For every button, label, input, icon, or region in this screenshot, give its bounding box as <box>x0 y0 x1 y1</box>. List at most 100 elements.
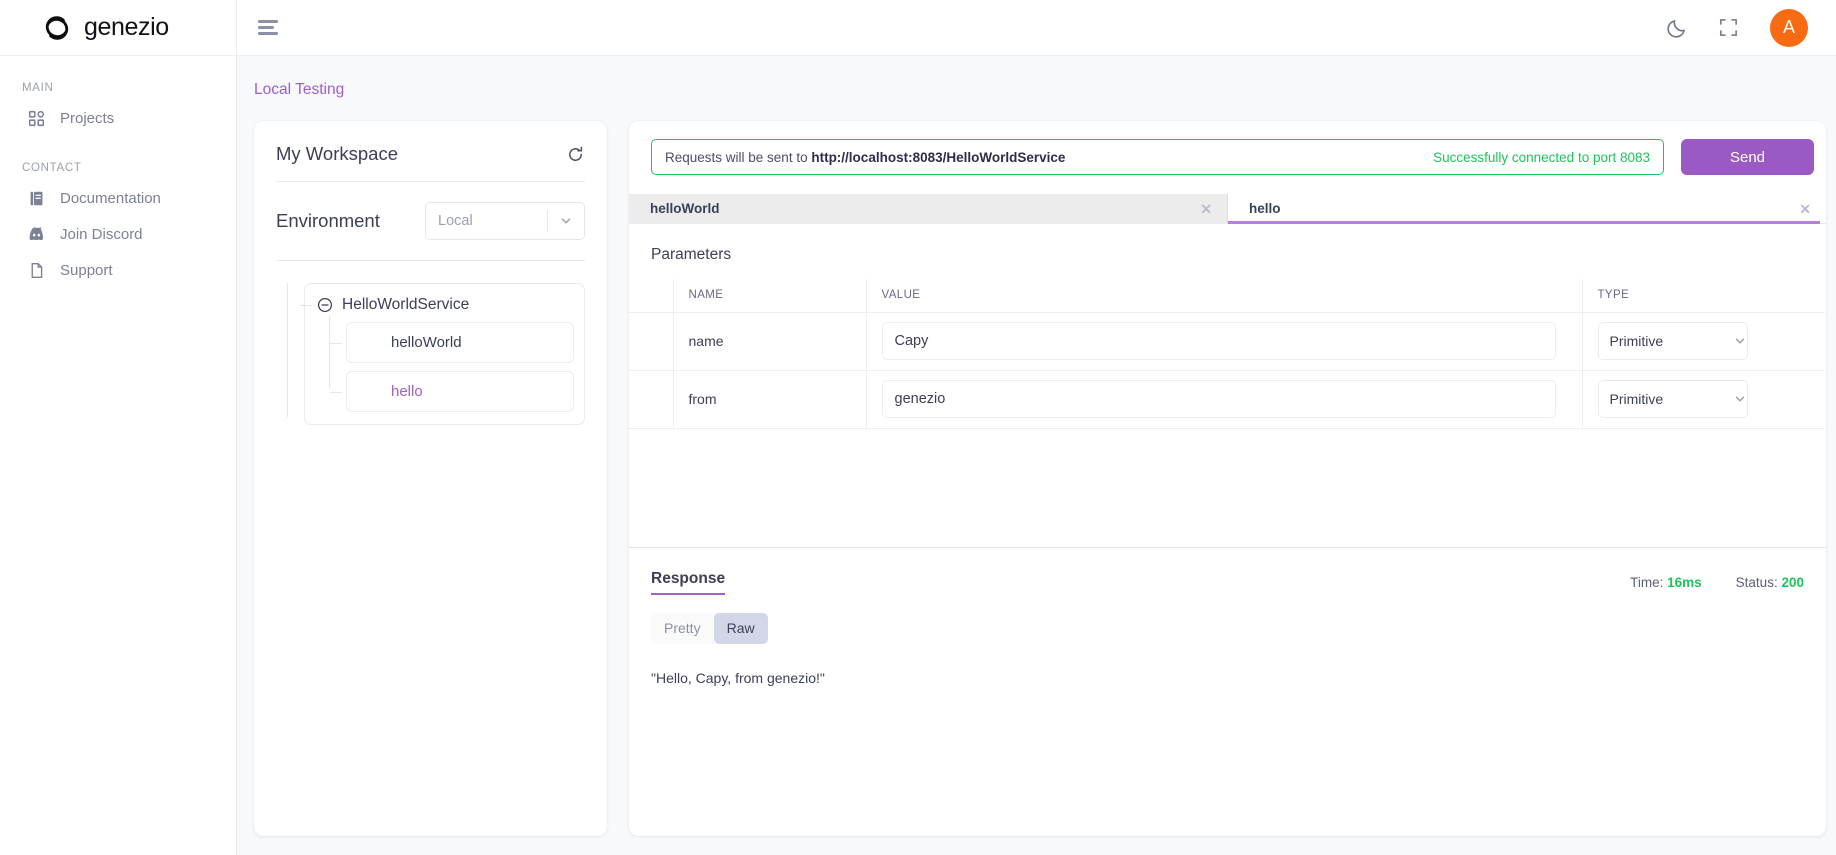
chevron-down-icon <box>1733 392 1747 406</box>
sidebar-item-support[interactable]: Support <box>0 252 236 288</box>
response-meta: Time: 16ms Status: 200 <box>1630 575 1804 590</box>
send-button[interactable]: Send <box>1681 139 1814 175</box>
environment-select[interactable]: Local <box>425 202 585 240</box>
workspace-panel: My Workspace Environment Local HelloWorl… <box>254 121 607 836</box>
param-value-input[interactable] <box>881 322 1556 360</box>
param-type-cell: Primitive <box>1582 311 1825 371</box>
parameters-title: Parameters <box>651 246 732 263</box>
response-status: Status: 200 <box>1736 575 1804 590</box>
tree-item-service[interactable]: HelloWorldService <box>300 296 574 314</box>
close-icon[interactable]: ✕ <box>1200 202 1212 216</box>
sidebar-item-label: Projects <box>60 109 115 127</box>
param-type-cell: Primitive <box>1582 369 1825 429</box>
chevron-down-icon <box>1733 334 1747 348</box>
sidebar-item-projects[interactable]: Projects <box>0 100 236 136</box>
param-name: name <box>673 311 867 371</box>
param-value-input[interactable] <box>881 380 1556 418</box>
response-view-toggle: Pretty Raw <box>651 612 1826 644</box>
tree-root: HelloWorldService helloWorld hello <box>287 283 585 425</box>
response-status-value: 200 <box>1781 574 1804 590</box>
minus-circle-icon[interactable] <box>317 297 333 313</box>
param-type-value: Primitive <box>1609 391 1664 407</box>
response-status-label: Status: <box>1735 574 1778 590</box>
tab-label: helloWorld <box>650 201 720 216</box>
app-root: genezio MAIN Projects CONTACT Documentat… <box>0 0 1836 855</box>
request-panel: Requests will be sent to http://localhos… <box>629 121 1826 836</box>
service-tree: HelloWorldService helloWorld hello <box>276 261 585 425</box>
request-url: http://localhost:8083/HelloWorldService <box>811 149 1066 165</box>
column-header-value: VALUE <box>866 279 1583 313</box>
genezio-logo-icon <box>40 11 74 45</box>
response-tab[interactable]: Response <box>651 570 726 595</box>
parameters-table: NAME VALUE TYPE name Capy Primitive from… <box>629 279 1825 429</box>
discord-icon <box>28 226 45 243</box>
file-icon <box>28 262 45 279</box>
grid-icon <box>28 110 45 127</box>
response-view-pretty[interactable]: Pretty <box>651 612 714 644</box>
sidebar-item-label: Documentation <box>60 189 161 207</box>
nav-section-main: MAIN Projects <box>0 56 236 136</box>
method-label: helloWorld <box>391 334 462 351</box>
method-label: hello <box>391 383 423 400</box>
request-url-bar[interactable]: Requests will be sent to http://localhos… <box>651 139 1664 175</box>
nav-section-title-contact: CONTACT <box>22 162 82 174</box>
tab-helloWorld[interactable]: helloWorld ✕ <box>629 194 1228 223</box>
response-time-label: Time: <box>1630 574 1664 590</box>
sidebar-item-join-discord[interactable]: Join Discord <box>0 216 236 252</box>
column-header-type: TYPE <box>1582 279 1825 313</box>
book-icon <box>28 190 45 207</box>
response-time-value: 16ms <box>1667 574 1702 590</box>
table-row: name Primitive <box>629 311 1825 371</box>
sidebar-item-label: Support <box>60 261 113 279</box>
tree-item-hello[interactable]: hello <box>330 371 574 412</box>
table-body: name Primitive <box>629 311 1825 429</box>
topbar-actions: A <box>1666 8 1808 47</box>
request-url-text: Requests will be sent to http://localhos… <box>665 150 1065 165</box>
content-area: Local Testing My Workspace Environment L… <box>237 56 1836 855</box>
param-name: from <box>673 369 867 429</box>
table-row: from Primitive <box>629 369 1825 429</box>
close-icon[interactable]: ✕ <box>1799 202 1811 216</box>
column-header-index <box>629 279 674 313</box>
moon-icon[interactable] <box>1666 17 1688 39</box>
brand[interactable]: genezio <box>0 0 236 56</box>
sidebar-item-documentation[interactable]: Documentation <box>0 180 236 216</box>
table-header: NAME VALUE TYPE <box>629 279 1825 313</box>
tree-item-helloWorld[interactable]: helloWorld <box>330 322 574 363</box>
hamburger-icon[interactable] <box>255 14 283 42</box>
avatar-initial: A <box>1782 17 1795 37</box>
param-type-select[interactable]: Primitive <box>1597 380 1748 418</box>
brand-name: genezio <box>84 13 169 41</box>
tab-label: hello <box>1249 201 1281 216</box>
row-handle <box>629 369 674 429</box>
row-handle <box>629 311 674 371</box>
refresh-icon[interactable] <box>566 145 585 164</box>
column-header-name: NAME <box>673 279 867 313</box>
avatar[interactable]: A <box>1770 8 1808 47</box>
breadcrumb[interactable]: Local Testing <box>237 56 1836 99</box>
sidebar-item-label: Join Discord <box>60 225 143 243</box>
workspace-title: My Workspace <box>276 143 398 164</box>
chevron-down-icon <box>548 214 584 228</box>
panes: My Workspace Environment Local HelloWorl… <box>237 99 1836 836</box>
nav-section-contact: CONTACT Documentation Join Discord Suppo… <box>0 136 236 288</box>
fullscreen-icon[interactable] <box>1718 17 1740 39</box>
workspace-header: My Workspace <box>276 121 585 182</box>
url-prefix: Requests will be sent to <box>665 149 812 165</box>
topbar: A <box>237 0 1836 56</box>
tree-children: helloWorld hello <box>329 316 574 412</box>
param-value-cell <box>866 369 1583 429</box>
response-header: Response Time: 16ms Status: 200 <box>629 548 1826 595</box>
param-value-cell <box>866 311 1583 371</box>
tab-hello[interactable]: hello ✕ <box>1228 194 1826 224</box>
response-body: "Hello, Capy, from genezio!" <box>651 669 825 686</box>
request-tabs: helloWorld ✕ hello ✕ <box>629 194 1826 224</box>
environment-row: Environment Local <box>276 182 585 261</box>
param-type-select[interactable]: Primitive <box>1597 322 1748 360</box>
main-area: A Local Testing My Workspace Environment… <box>237 0 1836 855</box>
service-name: HelloWorldService <box>342 296 470 313</box>
environment-value: Local <box>438 213 473 229</box>
response-time: Time: 16ms <box>1630 575 1702 590</box>
table-header-row: NAME VALUE TYPE <box>629 279 1825 313</box>
response-view-raw[interactable]: Raw <box>713 612 768 644</box>
